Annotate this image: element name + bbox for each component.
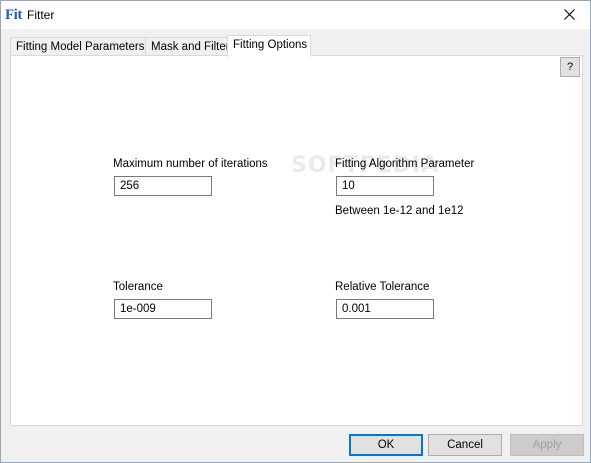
- algorithm-parameter-input[interactable]: [336, 176, 434, 196]
- max-iterations-label: Maximum number of iterations: [113, 158, 268, 170]
- tolerance-input[interactable]: [114, 299, 212, 319]
- tab-mask-and-filter[interactable]: Mask and Filter: [145, 37, 230, 56]
- max-iterations-input[interactable]: [114, 176, 212, 196]
- ok-button[interactable]: OK: [349, 434, 423, 456]
- fitter-window: Fit Fitter Fitting Model Parameters Mask…: [0, 0, 591, 463]
- relative-tolerance-label: Relative Tolerance: [335, 281, 430, 293]
- app-logo-icon: Fit: [5, 7, 22, 23]
- apply-button-label: Apply: [532, 439, 562, 451]
- help-button[interactable]: ?: [560, 57, 580, 77]
- close-icon: [564, 9, 575, 20]
- tab-label: Fitting Options: [233, 39, 308, 51]
- window-title: Fitter: [27, 8, 55, 22]
- tab-fitting-options[interactable]: Fitting Options: [227, 35, 311, 57]
- algorithm-parameter-label: Fitting Algorithm Parameter: [335, 158, 475, 170]
- title-bar: Fit Fitter: [1, 1, 590, 29]
- cancel-button-label: Cancel: [447, 439, 483, 451]
- tab-fitting-model-parameters[interactable]: Fitting Model Parameters: [10, 37, 146, 56]
- tab-label: Mask and Filter: [151, 41, 230, 53]
- apply-button[interactable]: Apply: [510, 434, 584, 456]
- algorithm-parameter-hint: Between 1e-12 and 1e12: [335, 205, 464, 217]
- fitting-options-panel: [10, 55, 583, 426]
- relative-tolerance-input[interactable]: [336, 299, 434, 319]
- tolerance-label: Tolerance: [113, 281, 163, 293]
- tab-label: Fitting Model Parameters: [16, 41, 145, 53]
- cancel-button[interactable]: Cancel: [428, 434, 502, 456]
- close-button[interactable]: [546, 1, 590, 29]
- ok-button-label: OK: [377, 439, 395, 451]
